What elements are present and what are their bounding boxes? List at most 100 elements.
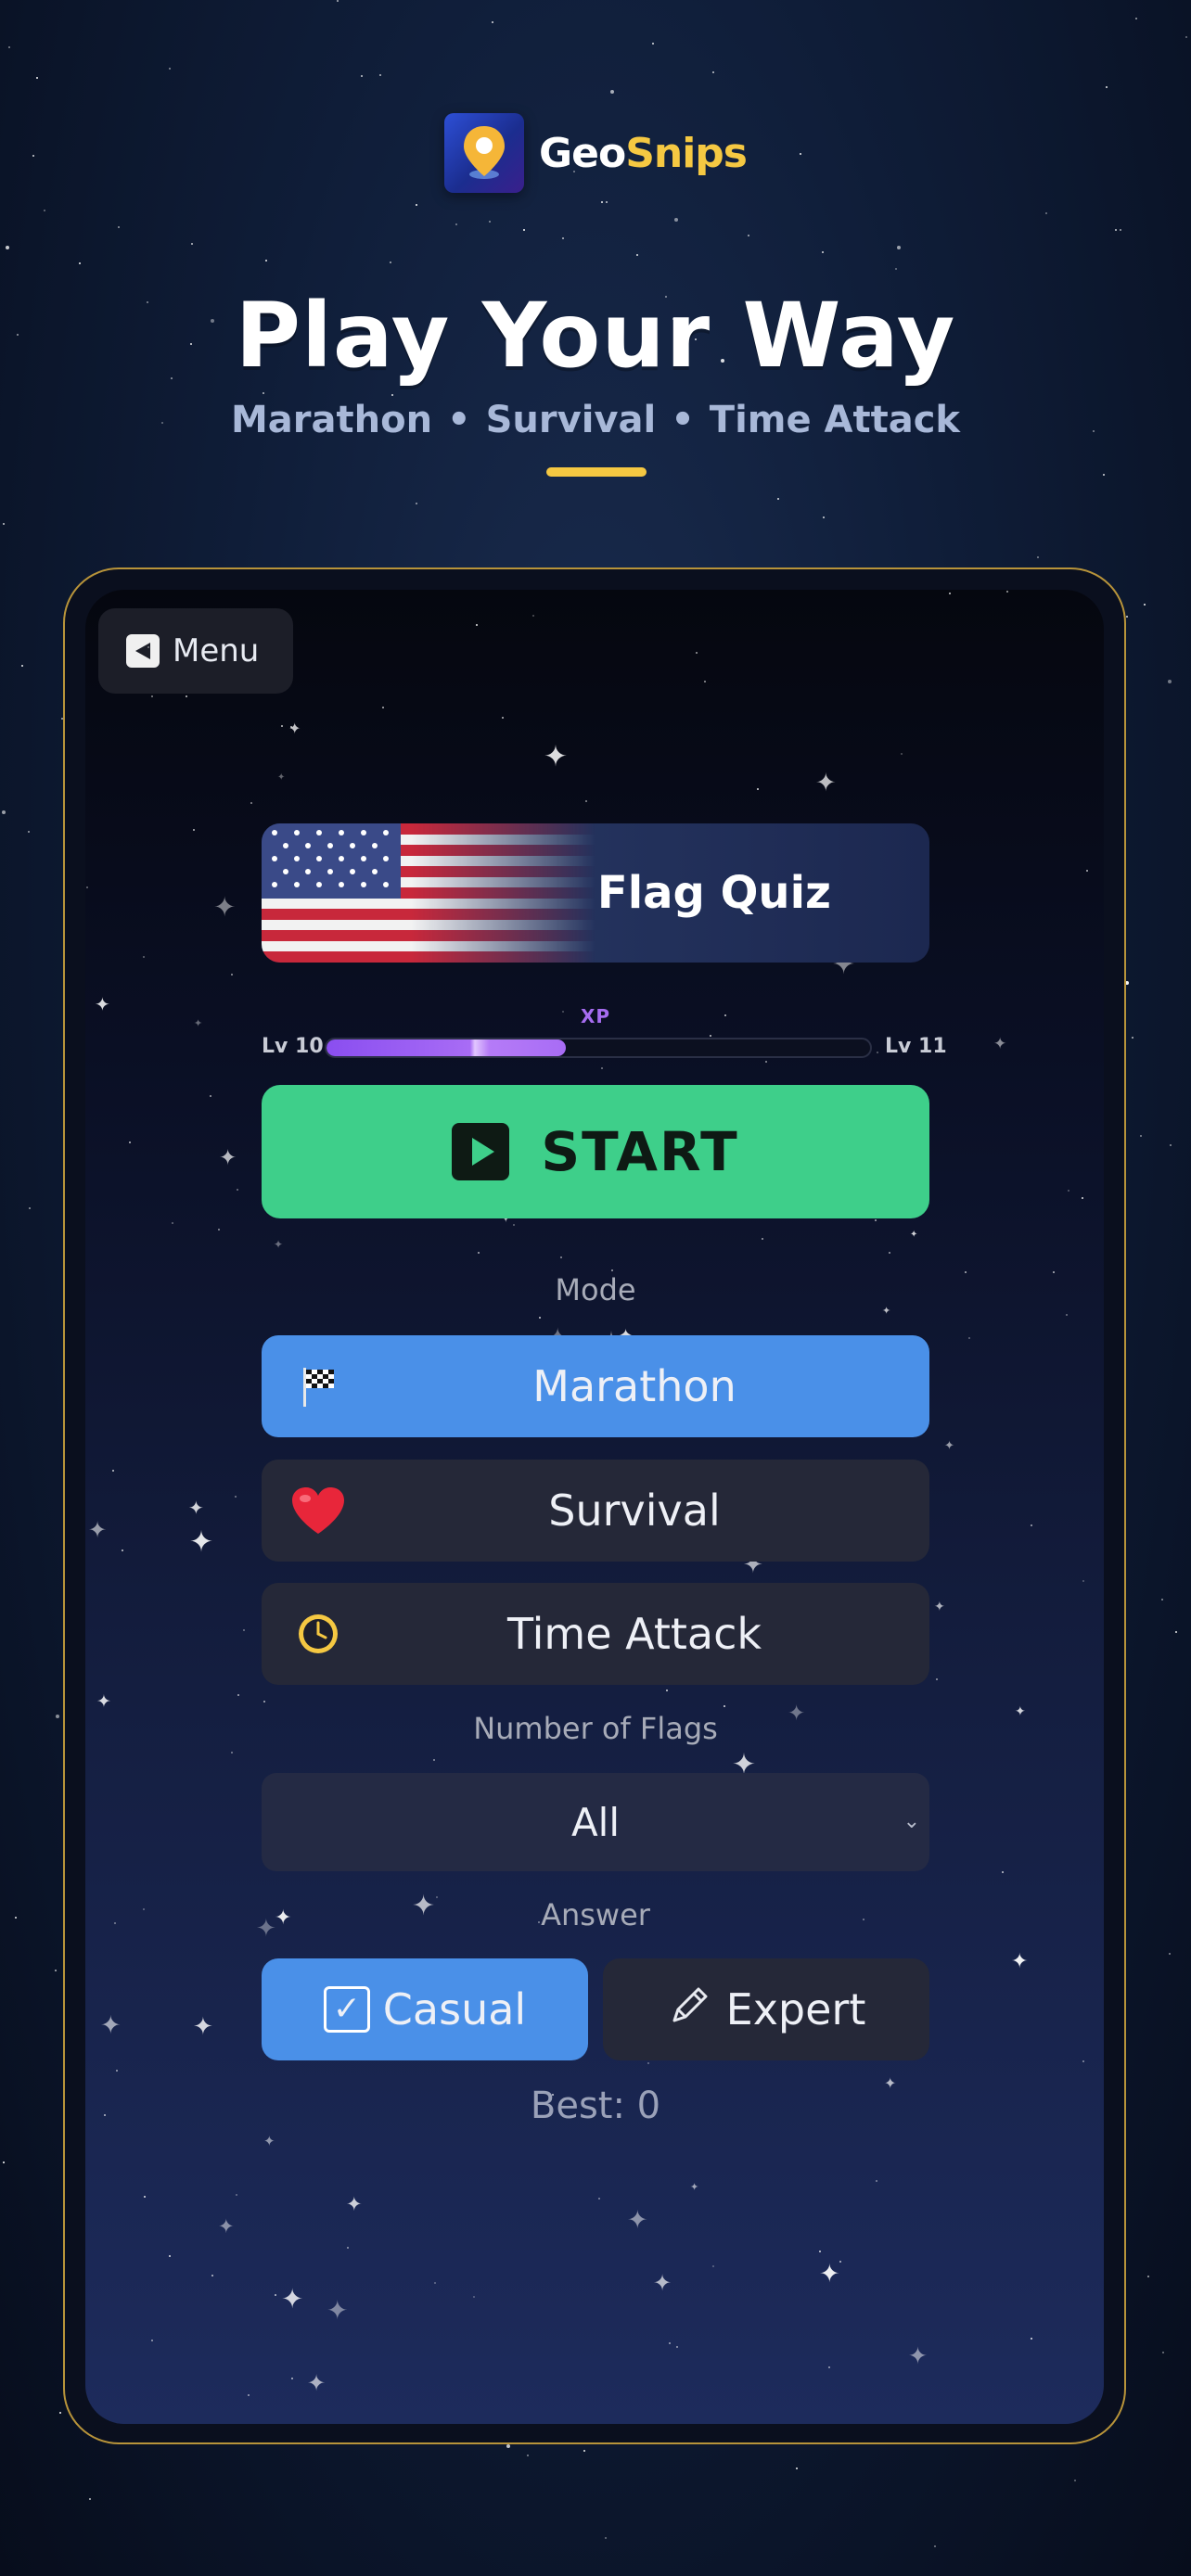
background-star xyxy=(652,43,654,45)
subtitle-time-attack: Time Attack xyxy=(709,399,961,441)
brand-name-geo: Geo xyxy=(539,129,626,177)
screen-star xyxy=(193,829,195,831)
headline-underline xyxy=(546,467,647,477)
mode-marathon-button[interactable]: Marathon xyxy=(262,1335,929,1437)
screen-star xyxy=(666,1690,668,1691)
screen-star xyxy=(290,726,292,728)
back-arrow-icon xyxy=(126,634,160,668)
background-star xyxy=(492,21,493,23)
background-star xyxy=(169,68,171,70)
sparkle-star: ✦ xyxy=(944,1439,954,1453)
screen-star xyxy=(112,1470,114,1472)
background-star xyxy=(674,218,678,222)
background-star xyxy=(897,246,901,249)
background-star xyxy=(391,394,393,396)
play-icon xyxy=(452,1123,510,1180)
screen-star xyxy=(875,1219,877,1221)
background-star xyxy=(1037,556,1039,558)
background-star xyxy=(1132,1037,1133,1039)
screen-star xyxy=(143,956,145,958)
background-star xyxy=(636,254,638,256)
background-star xyxy=(489,221,491,223)
screen-star xyxy=(129,1141,131,1143)
answer-expert-button[interactable]: Expert xyxy=(603,1958,929,2060)
screen-star xyxy=(1002,1871,1004,1873)
screen-star xyxy=(122,1549,123,1551)
xp-progress-fill xyxy=(327,1039,566,1056)
screen-star xyxy=(647,2062,649,2064)
heart-icon xyxy=(289,1482,347,1539)
brand-name-snips: Snips xyxy=(625,129,748,177)
screen-star xyxy=(1006,591,1008,593)
background-star xyxy=(822,251,824,253)
screen-star xyxy=(828,2366,830,2368)
background-star xyxy=(379,74,381,76)
flags-section-label: Number of Flags xyxy=(473,1711,718,1746)
screen-star xyxy=(712,2265,714,2267)
background-star xyxy=(506,2444,510,2448)
mode-survival-button[interactable]: Survival xyxy=(262,1460,929,1562)
sparkle-star: ✦ xyxy=(908,2342,928,2369)
answer-casual-button[interactable]: ✓ Casual xyxy=(262,1958,588,2060)
sparkle-star: ✦ xyxy=(281,2283,304,2315)
answer-expert-label: Expert xyxy=(725,1984,866,2034)
screen-star xyxy=(539,1317,541,1319)
background-star xyxy=(1106,86,1108,88)
us-flag-icon xyxy=(262,823,596,963)
background-star xyxy=(265,260,267,261)
background-star xyxy=(59,2412,61,2414)
mode-survival-label: Survival xyxy=(548,1486,721,1536)
screen-star xyxy=(382,707,384,708)
screen-star xyxy=(968,1337,970,1339)
screen-star xyxy=(186,695,187,697)
background-star xyxy=(1168,680,1172,683)
screen-star xyxy=(218,1229,220,1231)
screen-star xyxy=(949,593,951,594)
screen-star xyxy=(839,2261,841,2263)
background-star xyxy=(118,226,120,228)
background-star xyxy=(1135,18,1137,19)
background-star xyxy=(3,2162,5,2163)
background-star xyxy=(1162,2352,1164,2353)
screen-star xyxy=(478,1252,480,1254)
background-star xyxy=(8,46,10,48)
mode-time-attack-label: Time Attack xyxy=(506,1609,762,1659)
screen-star xyxy=(757,788,759,790)
background-star xyxy=(36,77,38,79)
screen-star xyxy=(1068,1190,1069,1192)
background-star xyxy=(1126,616,1128,618)
screen-star xyxy=(876,2180,877,2182)
sparkle-star: ✦ xyxy=(193,2013,213,2041)
screen-star xyxy=(433,1759,435,1761)
mode-time-attack-button[interactable]: Time Attack xyxy=(262,1583,929,1685)
screen-star xyxy=(231,974,233,976)
background-star xyxy=(79,262,81,264)
screen-star xyxy=(144,2196,146,2198)
background-star xyxy=(712,71,714,73)
background-star xyxy=(416,204,417,206)
screen-star xyxy=(1082,1197,1083,1199)
background-star xyxy=(263,392,264,394)
flags-count-select[interactable]: All ⌄ xyxy=(262,1773,929,1871)
background-star xyxy=(1185,36,1187,38)
background-star xyxy=(934,2545,936,2547)
sparkle-star: ✦ xyxy=(213,891,237,923)
screen-star xyxy=(237,1189,238,1191)
page-headline: Play Your Way xyxy=(235,284,956,388)
flags-count-value: All xyxy=(570,1799,621,1845)
screen-star xyxy=(560,1256,562,1258)
background-star xyxy=(583,2450,585,2452)
menu-button[interactable]: Menu xyxy=(98,608,293,694)
screen-star xyxy=(585,800,587,802)
sparkle-star: ✦ xyxy=(100,2011,122,2040)
screen-star xyxy=(877,1052,878,1053)
screen-star xyxy=(473,2296,475,2298)
sparkle-star: ✦ xyxy=(815,769,837,797)
background-star xyxy=(1045,212,1047,214)
background-star xyxy=(1115,229,1117,231)
screen-star xyxy=(669,2342,671,2344)
screen-star xyxy=(172,1222,173,1224)
start-button[interactable]: START xyxy=(262,1085,929,1218)
screen-star xyxy=(1082,2060,1084,2062)
quiz-title: Flag Quiz xyxy=(596,867,831,919)
